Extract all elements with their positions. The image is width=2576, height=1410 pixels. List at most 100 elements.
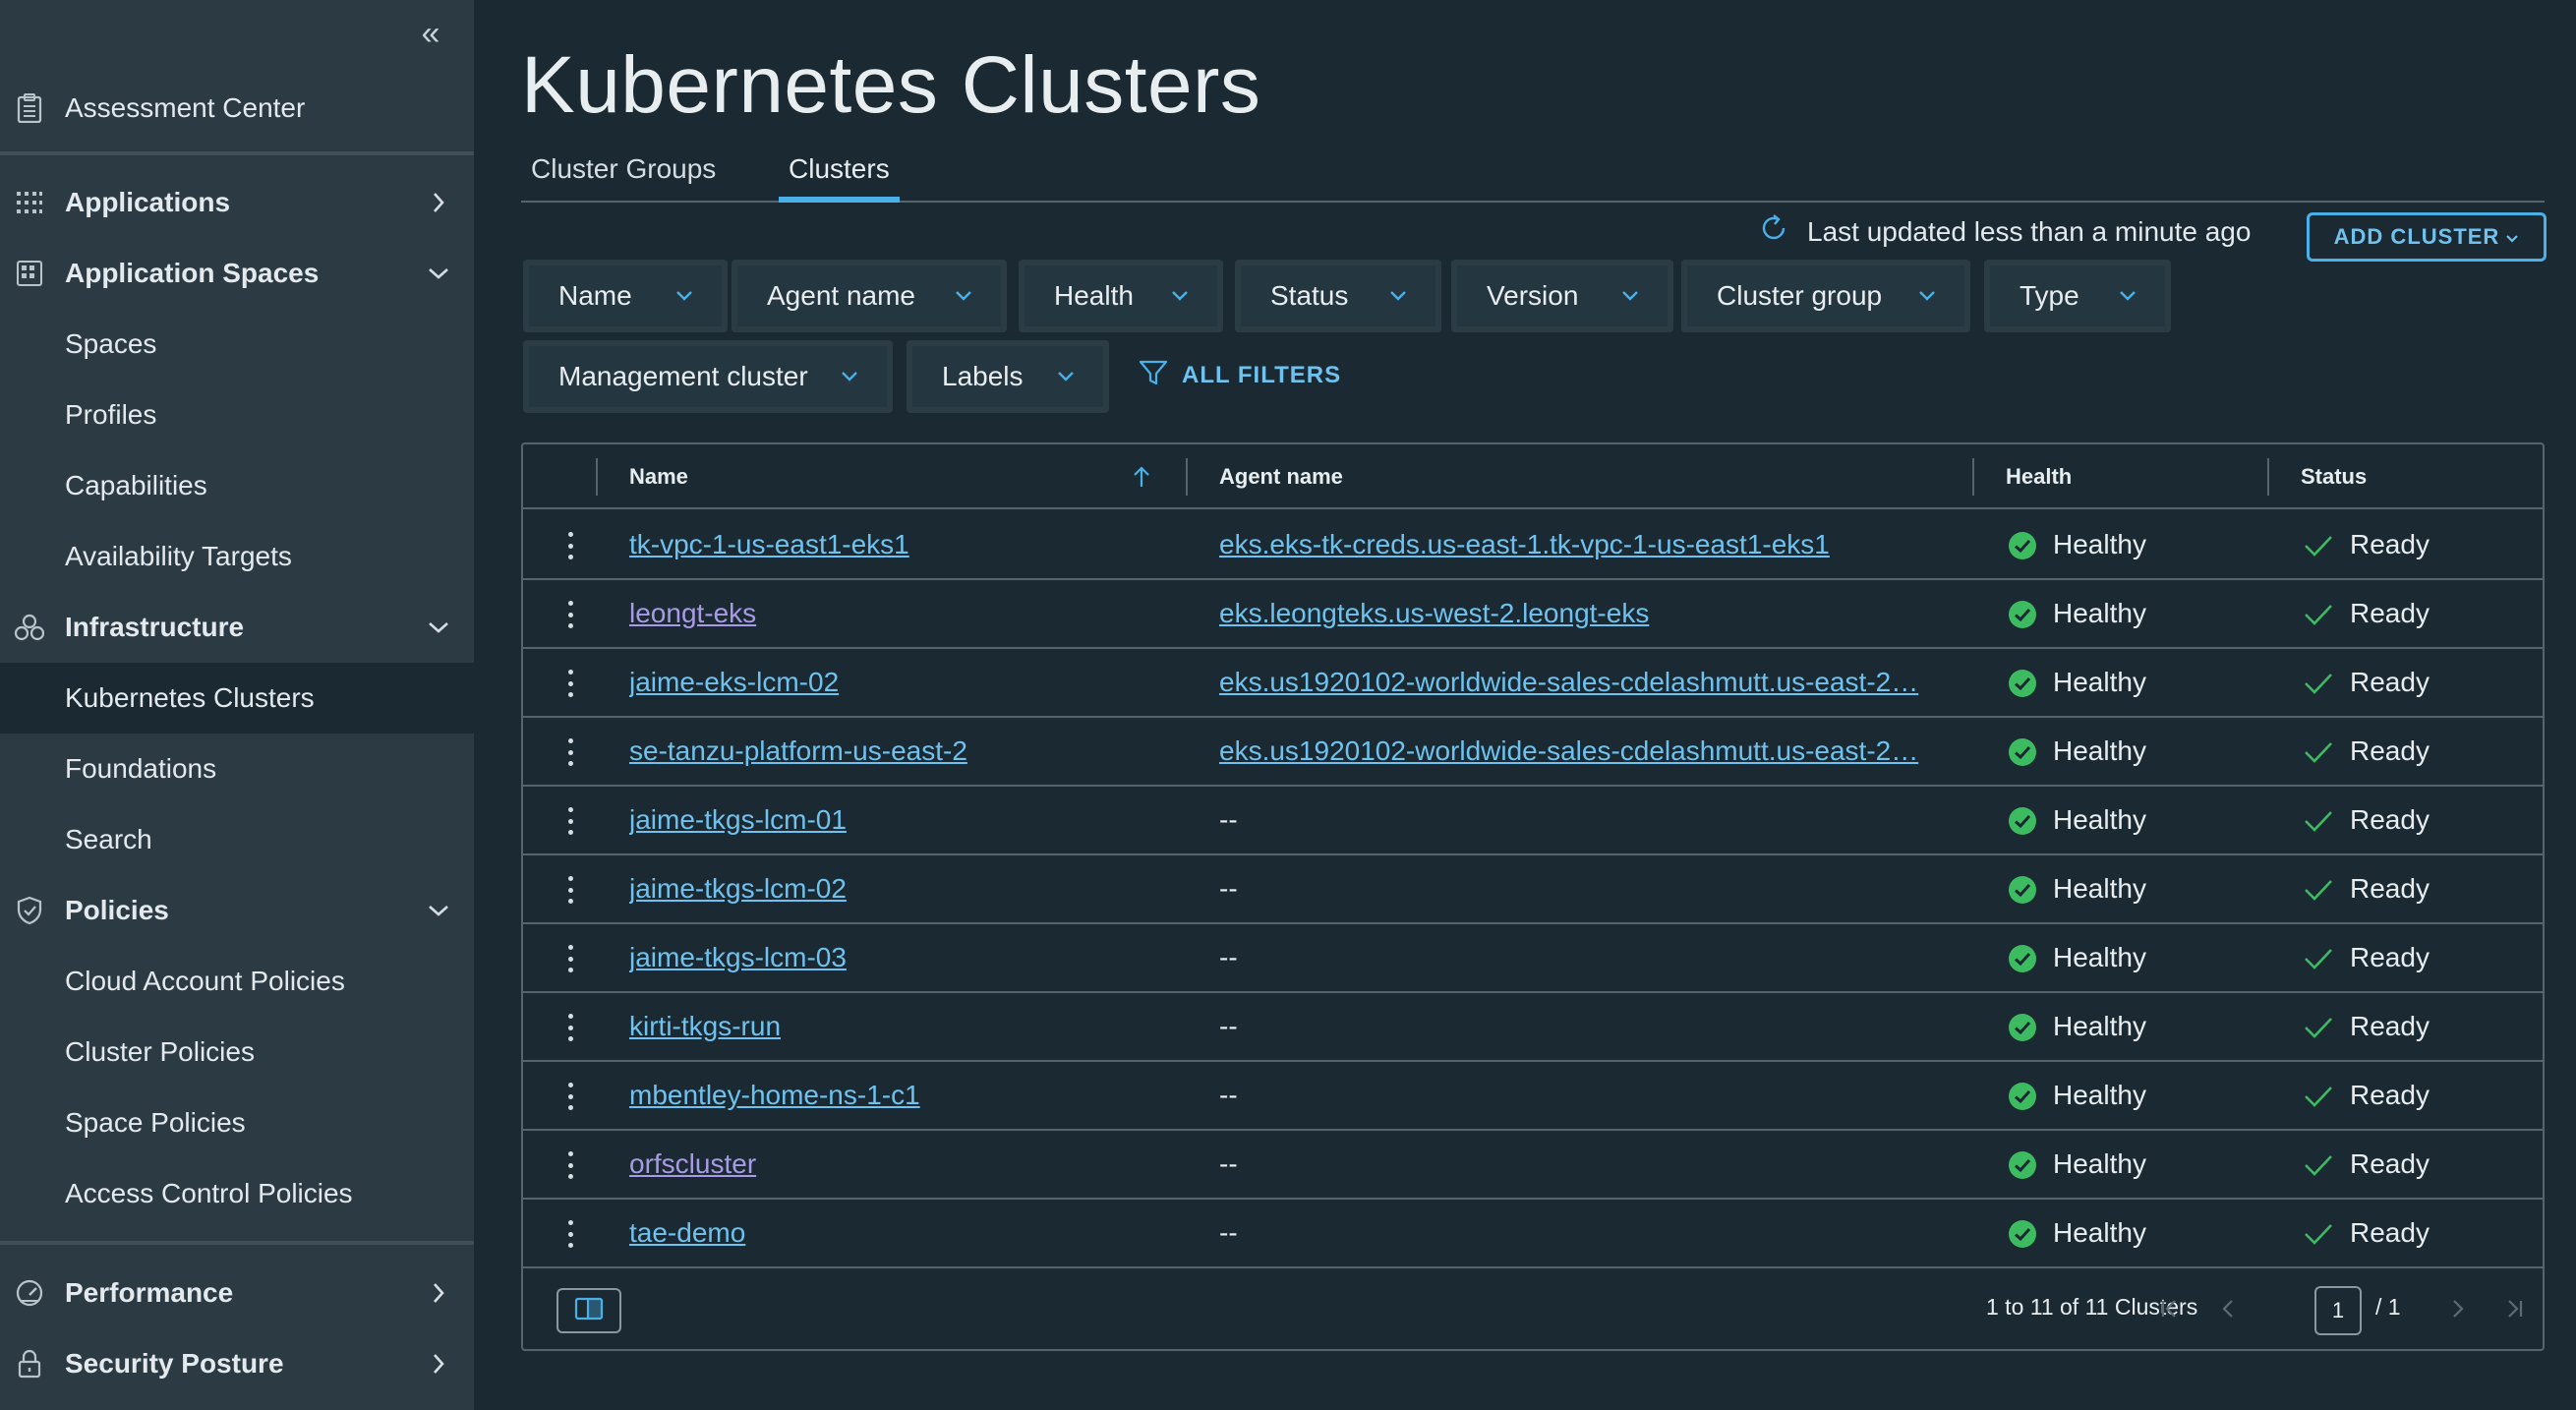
check-circle-icon xyxy=(2008,806,2037,836)
sidebar-item-cloud-account-policies[interactable]: Cloud Account Policies xyxy=(0,946,474,1017)
sidebar-item-access-control-policies[interactable]: Access Control Policies xyxy=(0,1158,474,1229)
cluster-name-link[interactable]: jaime-tkgs-lcm-02 xyxy=(629,873,847,904)
column-header-health[interactable]: Health xyxy=(2006,444,2072,509)
filter-label: Version xyxy=(1487,280,1579,311)
cluster-name-link[interactable]: jaime-tkgs-lcm-03 xyxy=(629,942,847,972)
all-filters-button[interactable]: ALL FILTERS xyxy=(1139,358,1341,393)
filter-label: Health xyxy=(1054,280,1134,311)
sidebar-item-label: Cloud Account Policies xyxy=(65,966,345,996)
agent-name-link[interactable]: eks.us1920102-worldwide-sales-cdelashmut… xyxy=(1219,667,1918,697)
column-separator xyxy=(596,458,598,496)
tab-cluster-groups[interactable]: Cluster Groups xyxy=(521,144,726,203)
checkmark-icon xyxy=(2303,600,2334,629)
agent-name-link[interactable]: eks.leongteks.us-west-2.leongt-eks xyxy=(1219,598,1649,628)
row-actions-kebab-icon[interactable] xyxy=(558,597,582,632)
cluster-name-link[interactable]: orfscluster xyxy=(629,1148,756,1179)
sidebar-item-availability-targets[interactable]: Availability Targets xyxy=(0,521,474,592)
cluster-name-link[interactable]: tae-demo xyxy=(629,1217,745,1248)
sidebar-item-label: Availability Targets xyxy=(65,541,292,571)
sort-ascending-icon[interactable] xyxy=(1129,464,1154,490)
filter-name[interactable]: Name xyxy=(523,260,728,332)
sidebar-item-spaces[interactable]: Spaces xyxy=(0,309,474,380)
checkmark-icon xyxy=(2303,944,2334,973)
filter-label: Cluster group xyxy=(1717,280,1883,311)
filter-version[interactable]: Version xyxy=(1451,260,1673,332)
sidebar-item-label: Application Spaces xyxy=(65,258,320,288)
next-page-icon[interactable] xyxy=(2442,1294,2472,1323)
collapse-sidebar-icon[interactable]: « xyxy=(411,14,450,53)
chevron-down-icon xyxy=(673,284,696,308)
row-actions-kebab-icon[interactable] xyxy=(558,1010,582,1045)
sidebar-item-label: Search xyxy=(65,824,152,854)
filter-cluster-group[interactable]: Cluster group xyxy=(1681,260,1970,332)
sidebar-item-space-policies[interactable]: Space Policies xyxy=(0,1087,474,1158)
tab-clusters[interactable]: Clusters xyxy=(779,144,900,203)
sidebar-item-application-spaces[interactable]: Application Spaces xyxy=(0,238,474,309)
add-cluster-button[interactable]: ADD CLUSTER xyxy=(2307,212,2547,262)
refresh-icon[interactable] xyxy=(1758,212,1789,244)
filter-labels[interactable]: Labels xyxy=(907,340,1109,413)
table-row: jaime-tkgs-lcm-01 -- Healthy Ready xyxy=(523,787,2543,855)
agent-name: -- xyxy=(1219,873,1238,904)
sidebar-item-assessment-center[interactable]: Assessment Center xyxy=(0,73,474,144)
health-text: Healthy xyxy=(2053,1217,2146,1248)
sidebar-item-applications[interactable]: Applications xyxy=(0,167,474,238)
sidebar-item-security-posture[interactable]: Security Posture xyxy=(0,1328,474,1399)
sidebar-item-search[interactable]: Search xyxy=(0,804,474,875)
health-text: Healthy xyxy=(2053,804,2146,835)
column-header-name[interactable]: Name xyxy=(629,444,688,509)
row-actions-kebab-icon[interactable] xyxy=(558,803,582,839)
sidebar-item-infrastructure[interactable]: Infrastructure xyxy=(0,592,474,663)
cluster-name-link[interactable]: jaime-tkgs-lcm-01 xyxy=(629,804,847,835)
health-text: Healthy xyxy=(2053,1148,2146,1179)
status-text: Ready xyxy=(2350,667,2430,697)
filter-type[interactable]: Type xyxy=(1984,260,2171,332)
row-actions-kebab-icon[interactable] xyxy=(558,941,582,976)
row-actions-kebab-icon[interactable] xyxy=(558,528,582,563)
row-actions-kebab-icon[interactable] xyxy=(558,872,582,908)
filter-status[interactable]: Status xyxy=(1235,260,1441,332)
agent-name-link[interactable]: eks.us1920102-worldwide-sales-cdelashmut… xyxy=(1219,735,1918,766)
shield-icon xyxy=(14,895,45,926)
row-actions-kebab-icon[interactable] xyxy=(558,1147,582,1183)
filter-agent-name[interactable]: Agent name xyxy=(732,260,1007,332)
column-toggle-button[interactable] xyxy=(556,1288,621,1333)
agent-name-link[interactable]: eks.eks-tk-creds.us-east-1.tk-vpc-1-us-e… xyxy=(1219,529,1830,559)
row-actions-kebab-icon[interactable] xyxy=(558,1216,582,1252)
sidebar-item-cluster-policies[interactable]: Cluster Policies xyxy=(0,1017,474,1087)
cluster-name-link[interactable]: kirti-tkgs-run xyxy=(629,1011,781,1041)
column-header-status[interactable]: Status xyxy=(2301,444,2367,509)
sidebar-item-foundations[interactable]: Foundations xyxy=(0,734,474,804)
sidebar-item-label: Foundations xyxy=(65,753,217,784)
chevron-down-icon xyxy=(1168,284,1192,308)
health-text: Healthy xyxy=(2053,1011,2146,1041)
sidebar-item-label: Cluster Policies xyxy=(65,1036,255,1067)
checkmark-icon xyxy=(2303,737,2334,767)
row-actions-kebab-icon[interactable] xyxy=(558,734,582,770)
sidebar-divider xyxy=(0,1241,474,1245)
checkmark-icon xyxy=(2303,1013,2334,1042)
cluster-name-link[interactable]: se-tanzu-platform-us-east-2 xyxy=(629,735,967,766)
status-text: Ready xyxy=(2350,1148,2430,1179)
sidebar-item-profiles[interactable]: Profiles xyxy=(0,380,474,450)
cluster-name-link[interactable]: mbentley-home-ns-1-c1 xyxy=(629,1080,920,1110)
cluster-name-link[interactable]: jaime-eks-lcm-02 xyxy=(629,667,839,697)
filter-management-cluster[interactable]: Management cluster xyxy=(523,340,893,413)
previous-page-icon[interactable] xyxy=(2214,1294,2244,1323)
sidebar-item-performance[interactable]: Performance xyxy=(0,1258,474,1328)
first-page-icon[interactable] xyxy=(2155,1294,2185,1323)
status-text: Ready xyxy=(2350,873,2430,904)
row-actions-kebab-icon[interactable] xyxy=(558,1079,582,1114)
filter-health[interactable]: Health xyxy=(1019,260,1223,332)
sidebar-item-label: Applications xyxy=(65,187,231,217)
cluster-name-link[interactable]: leongt-eks xyxy=(629,598,756,628)
sidebar-item-kubernetes-clusters[interactable]: Kubernetes Clusters xyxy=(0,663,474,734)
row-actions-kebab-icon[interactable] xyxy=(558,666,582,701)
page-number-input[interactable] xyxy=(2314,1286,2362,1335)
cluster-name-link[interactable]: tk-vpc-1-us-east1-eks1 xyxy=(629,529,909,559)
sidebar-item-capabilities[interactable]: Capabilities xyxy=(0,450,474,521)
sidebar-item-policies[interactable]: Policies xyxy=(0,875,474,946)
check-circle-icon xyxy=(2008,531,2037,560)
last-page-icon[interactable] xyxy=(2499,1294,2529,1323)
column-header-agent-name[interactable]: Agent name xyxy=(1219,444,1343,509)
